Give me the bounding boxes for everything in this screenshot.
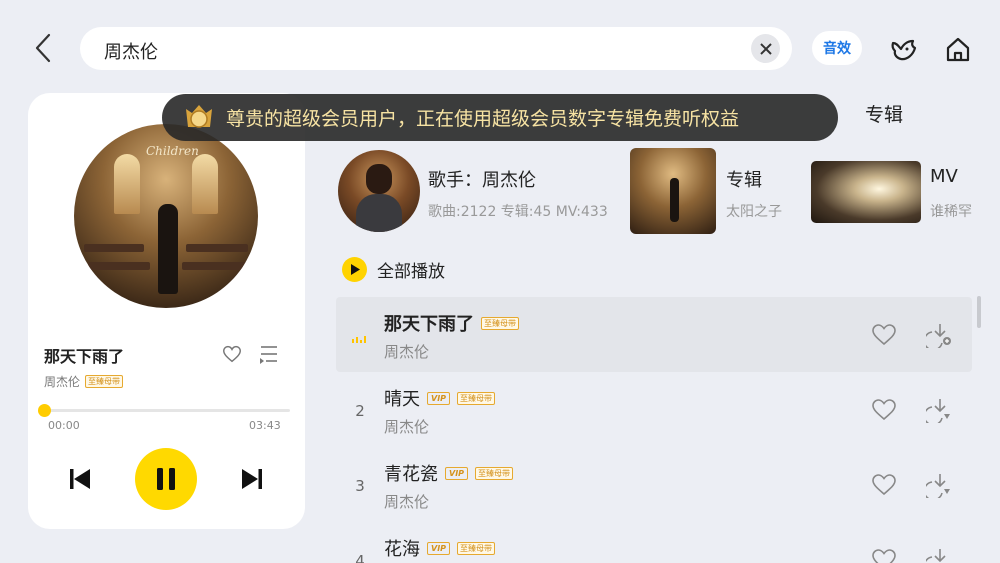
- song-title: 晴天: [384, 389, 420, 410]
- play-all-button[interactable]: 全部播放: [342, 257, 445, 282]
- song-title: 花海: [384, 539, 420, 560]
- quality-badge: 至臻母带: [457, 541, 496, 555]
- song-row[interactable]: 3 青花瓷 VIP 至臻母带 周杰伦: [336, 447, 972, 522]
- song-title: 青花瓷: [384, 464, 438, 485]
- song-title-row: 那天下雨了 至臻母带: [384, 310, 519, 336]
- total-time: 03:43: [249, 419, 281, 432]
- skip-previous-icon: [70, 469, 90, 489]
- playlist-icon: [260, 346, 277, 364]
- song-row[interactable]: 4 花海 VIP 至臻母带: [336, 522, 972, 563]
- download-vip-icon[interactable]: [926, 470, 954, 498]
- home-button[interactable]: [943, 35, 973, 65]
- album-result-label[interactable]: 专辑: [726, 166, 762, 192]
- play-all-label: 全部播放: [377, 262, 445, 282]
- now-playing-artist-row: 周杰伦 至臻母带: [44, 373, 124, 390]
- song-title-row: 青花瓷 VIP 至臻母带: [384, 460, 514, 486]
- song-row[interactable]: 2 晴天 VIP 至臻母带 周杰伦: [336, 372, 972, 447]
- heart-icon[interactable]: [870, 321, 898, 347]
- next-button[interactable]: [240, 467, 264, 491]
- vip-badge: VIP: [427, 541, 451, 555]
- mv-result-name: 谁稀罕: [930, 204, 972, 220]
- pause-button[interactable]: [135, 448, 197, 510]
- song-title: 那天下雨了: [384, 314, 474, 335]
- download-vip-icon[interactable]: [926, 395, 954, 423]
- list-scrollbar[interactable]: [977, 296, 981, 328]
- now-playing-title: 那天下雨了: [44, 347, 125, 366]
- vip-toast: 尊贵的超级会员用户，正在使用超级会员数字专辑免费听权益: [162, 94, 838, 141]
- album-result-name: 太阳之子: [726, 204, 782, 220]
- singer-result-stats: 歌曲:2122 专辑:45 MV:433: [428, 204, 608, 220]
- mv-result-label[interactable]: MV: [930, 166, 958, 187]
- mv-result-cover[interactable]: [811, 161, 921, 223]
- vip-badge: VIP: [445, 466, 469, 480]
- song-index: 2: [355, 402, 365, 420]
- vip-badge: VIP: [427, 391, 451, 405]
- now-playing-artist[interactable]: 周杰伦: [44, 373, 80, 390]
- bird-icon: [891, 39, 917, 61]
- previous-button[interactable]: [68, 467, 92, 491]
- progress-bar[interactable]: [44, 409, 290, 412]
- quality-badge: 至臻母带: [85, 375, 124, 388]
- back-button[interactable]: [28, 30, 58, 66]
- song-row[interactable]: 那天下雨了 至臻母带 周杰伦: [336, 297, 972, 372]
- singer-avatar[interactable]: [338, 150, 420, 232]
- search-input[interactable]: 周杰伦: [80, 27, 792, 70]
- bird-button[interactable]: [889, 35, 919, 65]
- download-icon[interactable]: [926, 545, 954, 563]
- song-artist[interactable]: 周杰伦: [384, 491, 429, 512]
- play-all-icon: [342, 257, 367, 282]
- song-title-row: 花海 VIP 至臻母带: [384, 535, 496, 561]
- singer-result-title[interactable]: 歌手：周杰伦: [428, 166, 536, 192]
- sound-effect-button[interactable]: 音效: [812, 31, 862, 65]
- heart-icon[interactable]: [870, 546, 898, 563]
- song-artist[interactable]: 周杰伦: [384, 416, 429, 437]
- now-playing-bars-icon: [352, 336, 366, 343]
- now-playing-card: Children 那天下雨了 周杰伦 至臻母带 00:00 03:43: [28, 93, 305, 529]
- progress-handle[interactable]: [38, 404, 51, 417]
- chevron-left-icon: [35, 33, 51, 63]
- like-button[interactable]: [221, 343, 243, 365]
- song-artist[interactable]: 周杰伦: [384, 341, 429, 362]
- close-icon: [759, 42, 772, 55]
- skip-next-icon: [242, 469, 262, 489]
- heart-icon[interactable]: [870, 396, 898, 422]
- download-icon[interactable]: [926, 320, 954, 348]
- album-result-cover[interactable]: [630, 148, 716, 234]
- song-index: 3: [355, 477, 365, 495]
- heart-icon[interactable]: [870, 471, 898, 497]
- quality-badge: 至臻母带: [457, 391, 496, 405]
- quality-badge: 至臻母带: [481, 316, 519, 330]
- toast-message: 尊贵的超级会员用户，正在使用超级会员数字专辑免费听权益: [226, 108, 740, 130]
- cover-art-title: Children: [146, 144, 199, 158]
- clear-search-button[interactable]: [751, 34, 780, 63]
- album-cover-art[interactable]: Children: [74, 124, 258, 308]
- song-index: 4: [355, 552, 365, 563]
- song-title-row: 晴天 VIP 至臻母带: [384, 385, 496, 411]
- search-query[interactable]: 周杰伦: [104, 38, 158, 64]
- playlist-button[interactable]: [258, 344, 280, 364]
- current-time: 00:00: [48, 419, 80, 432]
- pause-icon: [157, 468, 175, 490]
- heart-icon: [223, 345, 241, 363]
- home-icon: [946, 37, 970, 62]
- tab-album[interactable]: 专辑: [865, 100, 903, 127]
- play-icon: [350, 264, 360, 275]
- quality-badge: 至臻母带: [475, 466, 514, 480]
- vip-crown-badge-icon: [186, 104, 212, 128]
